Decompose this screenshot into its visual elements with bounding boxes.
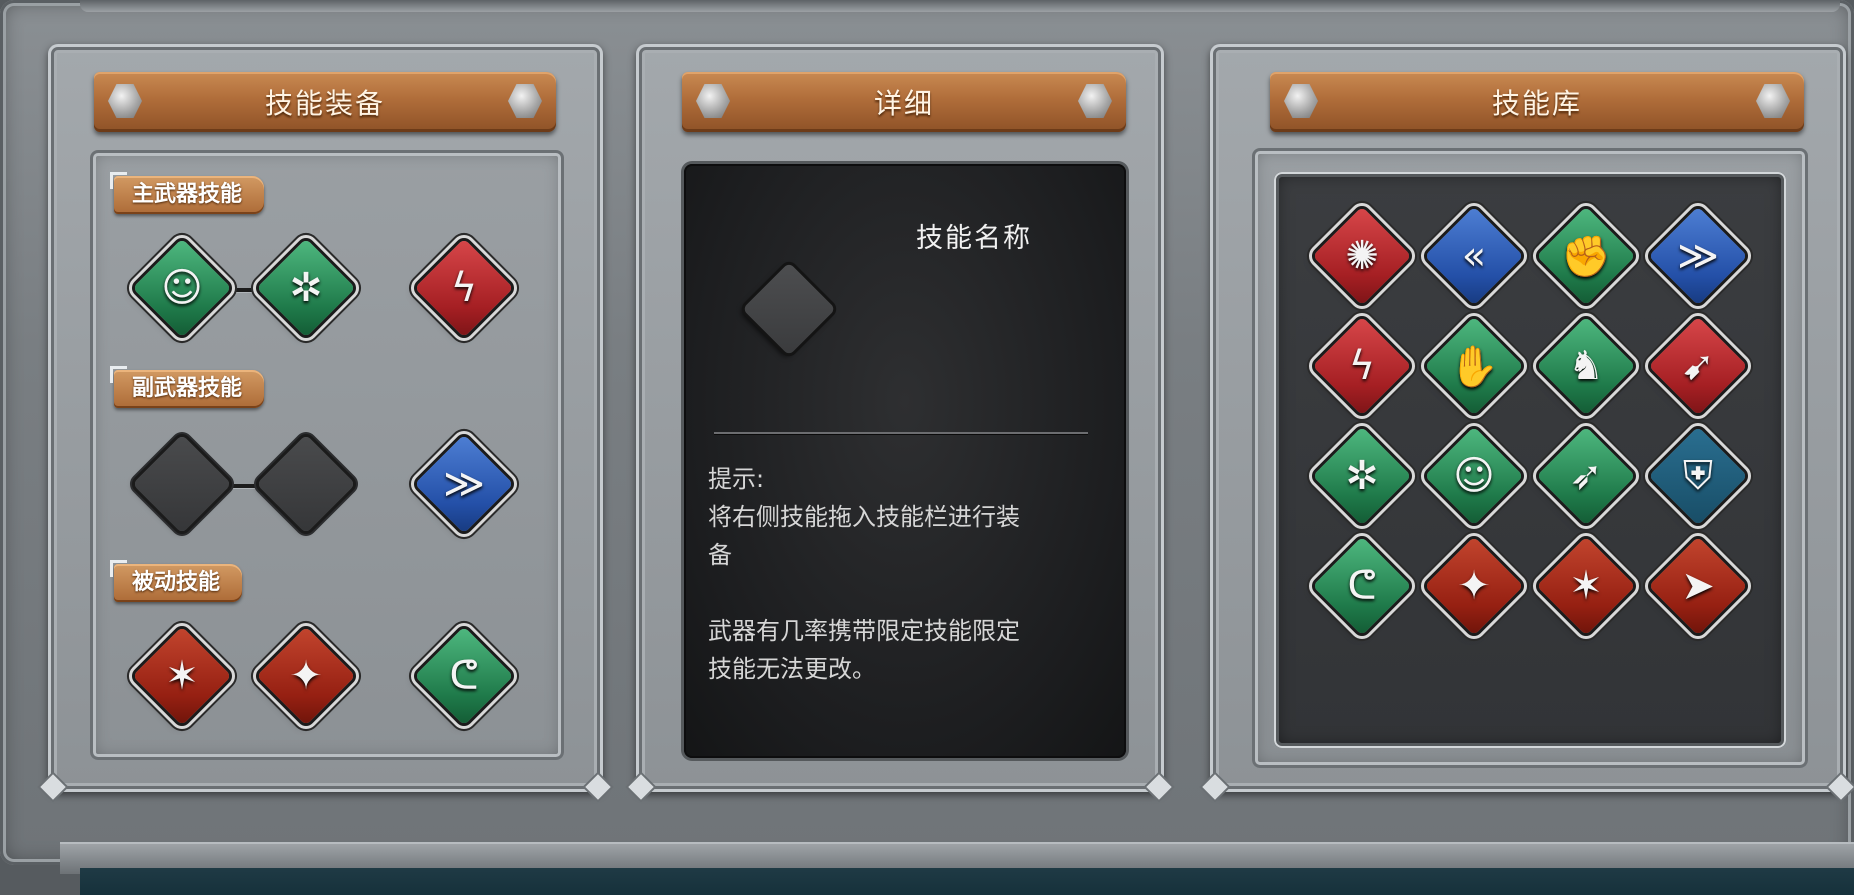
library-skill-16[interactable]: ➤ bbox=[1646, 534, 1750, 638]
detail-divider bbox=[714, 432, 1088, 434]
library-skill-6[interactable]: ✋ bbox=[1422, 314, 1526, 418]
skill-library-panel: 技能库 ✺ « ✊ ≫ ϟ ✋ ♞ ➹ ✲ ☺ ➶ ⛨ ᕦ ✦ ✶ ➤ bbox=[1210, 44, 1846, 792]
burst-figure-icon: ✲ bbox=[1345, 453, 1379, 499]
library-skill-1[interactable]: ✺ bbox=[1310, 204, 1414, 308]
hint-line: 备 bbox=[708, 541, 732, 569]
passive-skill-slot-2[interactable]: ✦ bbox=[254, 624, 358, 728]
library-skill-5[interactable]: ϟ bbox=[1310, 314, 1414, 418]
library-header-plank: 技能库 bbox=[1270, 72, 1804, 132]
bolt-icon bbox=[1756, 84, 1790, 118]
wind-slash-icon: ≫ bbox=[443, 461, 485, 507]
frame-top-lip bbox=[80, 0, 1840, 12]
empty-slot-frame bbox=[132, 434, 232, 534]
library-skill-9[interactable]: ✲ bbox=[1310, 424, 1414, 528]
equip-panel-title: 技能装备 bbox=[264, 87, 385, 120]
lightning-icon: ϟ bbox=[450, 265, 478, 311]
flying-kick-icon: ➹ bbox=[1681, 343, 1715, 389]
passive-skill-label: 被动技能 bbox=[109, 560, 243, 602]
empty-skill-frame bbox=[742, 262, 836, 356]
shield-icon: ⛨ bbox=[1683, 453, 1713, 499]
library-skill-3[interactable]: ✊ bbox=[1534, 204, 1638, 308]
runner-shield-icon: ♞ bbox=[1568, 343, 1604, 389]
selected-skill-icon bbox=[734, 254, 844, 364]
bolt-icon bbox=[696, 84, 730, 118]
muscle-arm-icon: ᕦ bbox=[1347, 563, 1377, 609]
passive-skill-slot-1[interactable]: ✶ bbox=[130, 624, 234, 728]
library-panel-title: 技能库 bbox=[1491, 87, 1582, 120]
bottom-strip bbox=[80, 868, 1854, 895]
bolt-icon bbox=[508, 84, 542, 118]
library-skill-7[interactable]: ♞ bbox=[1534, 314, 1638, 418]
hint-line: 将右侧技能拖入技能栏进行装 bbox=[708, 503, 1020, 531]
detail-panel-title: 详细 bbox=[873, 87, 934, 120]
bolt-icon bbox=[1284, 84, 1318, 118]
lightning-icon: ϟ bbox=[1348, 343, 1376, 389]
burst-figure-icon: ✲ bbox=[289, 265, 323, 311]
skill-equip-panel: 技能装备 主武器技能 ☺ ✲ ϟ 副武器技能 ≫ 被动技能 ✶ ✦ ᕦ bbox=[48, 44, 603, 792]
primary-weapon-skill-label: 主武器技能 bbox=[109, 172, 265, 214]
hint-text: 提示: 将右侧技能拖入技能栏进行装 备 武器有几率携带限定技能限定 技能无法更改… bbox=[708, 460, 1108, 688]
vortex-arrow-icon: ➤ bbox=[1681, 563, 1715, 609]
library-skill-15[interactable]: ✶ bbox=[1534, 534, 1638, 638]
library-skill-2[interactable]: « bbox=[1422, 204, 1526, 308]
empty-slot-frame bbox=[256, 434, 356, 534]
secondary-skill-slot-3[interactable]: ≫ bbox=[412, 432, 516, 536]
wind-slash-icon: ≫ bbox=[1677, 233, 1719, 279]
library-skill-10[interactable]: ☺ bbox=[1422, 424, 1526, 528]
equip-header-plank: 技能装备 bbox=[94, 72, 556, 132]
primary-skill-slot-1[interactable]: ☺ bbox=[130, 236, 234, 340]
library-skill-13[interactable]: ᕦ bbox=[1310, 534, 1414, 638]
brain-icon: ☺ bbox=[1453, 453, 1495, 499]
fist-icon: ✊ bbox=[1561, 233, 1611, 280]
brain-icon: ☺ bbox=[161, 265, 203, 311]
bolt-icon bbox=[1078, 84, 1112, 118]
detail-header-plank: 详细 bbox=[682, 72, 1126, 132]
praying-hands-icon: ✋ bbox=[1449, 343, 1499, 390]
sparkle-sword-icon: ✦ bbox=[1457, 563, 1491, 609]
sparkle-sword-icon: ✦ bbox=[289, 653, 323, 699]
secondary-skill-slot-1[interactable] bbox=[130, 432, 234, 536]
secondary-skill-slot-2[interactable] bbox=[254, 432, 358, 536]
library-skill-11[interactable]: ➶ bbox=[1534, 424, 1638, 528]
skill-detail-panel: 详细 技能名称 提示: 将右侧技能拖入技能栏进行装 备 武器有几率携带限定技能限… bbox=[636, 44, 1164, 792]
star-sword-icon: ✶ bbox=[1569, 563, 1603, 609]
primary-skill-slot-3[interactable]: ϟ bbox=[412, 236, 516, 340]
star-sword-icon: ✶ bbox=[165, 653, 199, 699]
muscle-arm-icon: ᕦ bbox=[449, 653, 479, 699]
library-skill-14[interactable]: ✦ bbox=[1422, 534, 1526, 638]
dodge-figure-icon: ➶ bbox=[1569, 453, 1603, 499]
detail-content-area: 技能名称 提示: 将右侧技能拖入技能栏进行装 备 武器有几率携带限定技能限定 技… bbox=[684, 164, 1126, 758]
library-grid: ✺ « ✊ ≫ ϟ ✋ ♞ ➹ ✲ ☺ ➶ ⛨ ᕦ ✦ ✶ ➤ bbox=[1274, 172, 1786, 748]
bolt-icon bbox=[108, 84, 142, 118]
secondary-weapon-skill-label: 副武器技能 bbox=[109, 366, 265, 408]
library-skill-8[interactable]: ➹ bbox=[1646, 314, 1750, 418]
passive-skill-slot-3[interactable]: ᕦ bbox=[412, 624, 516, 728]
hint-line: 技能无法更改。 bbox=[708, 655, 876, 683]
library-skill-4[interactable]: ≫ bbox=[1646, 204, 1750, 308]
dragon-claw-icon: ✺ bbox=[1345, 233, 1379, 279]
hint-line: 武器有几率携带限定技能限定 bbox=[708, 617, 1020, 645]
dash-kick-icon: « bbox=[1461, 233, 1487, 279]
skill-name: 技能名称 bbox=[916, 223, 1032, 254]
library-skill-12[interactable]: ⛨ bbox=[1646, 424, 1750, 528]
primary-skill-slot-2[interactable]: ✲ bbox=[254, 236, 358, 340]
hint-title: 提示: bbox=[708, 465, 765, 493]
